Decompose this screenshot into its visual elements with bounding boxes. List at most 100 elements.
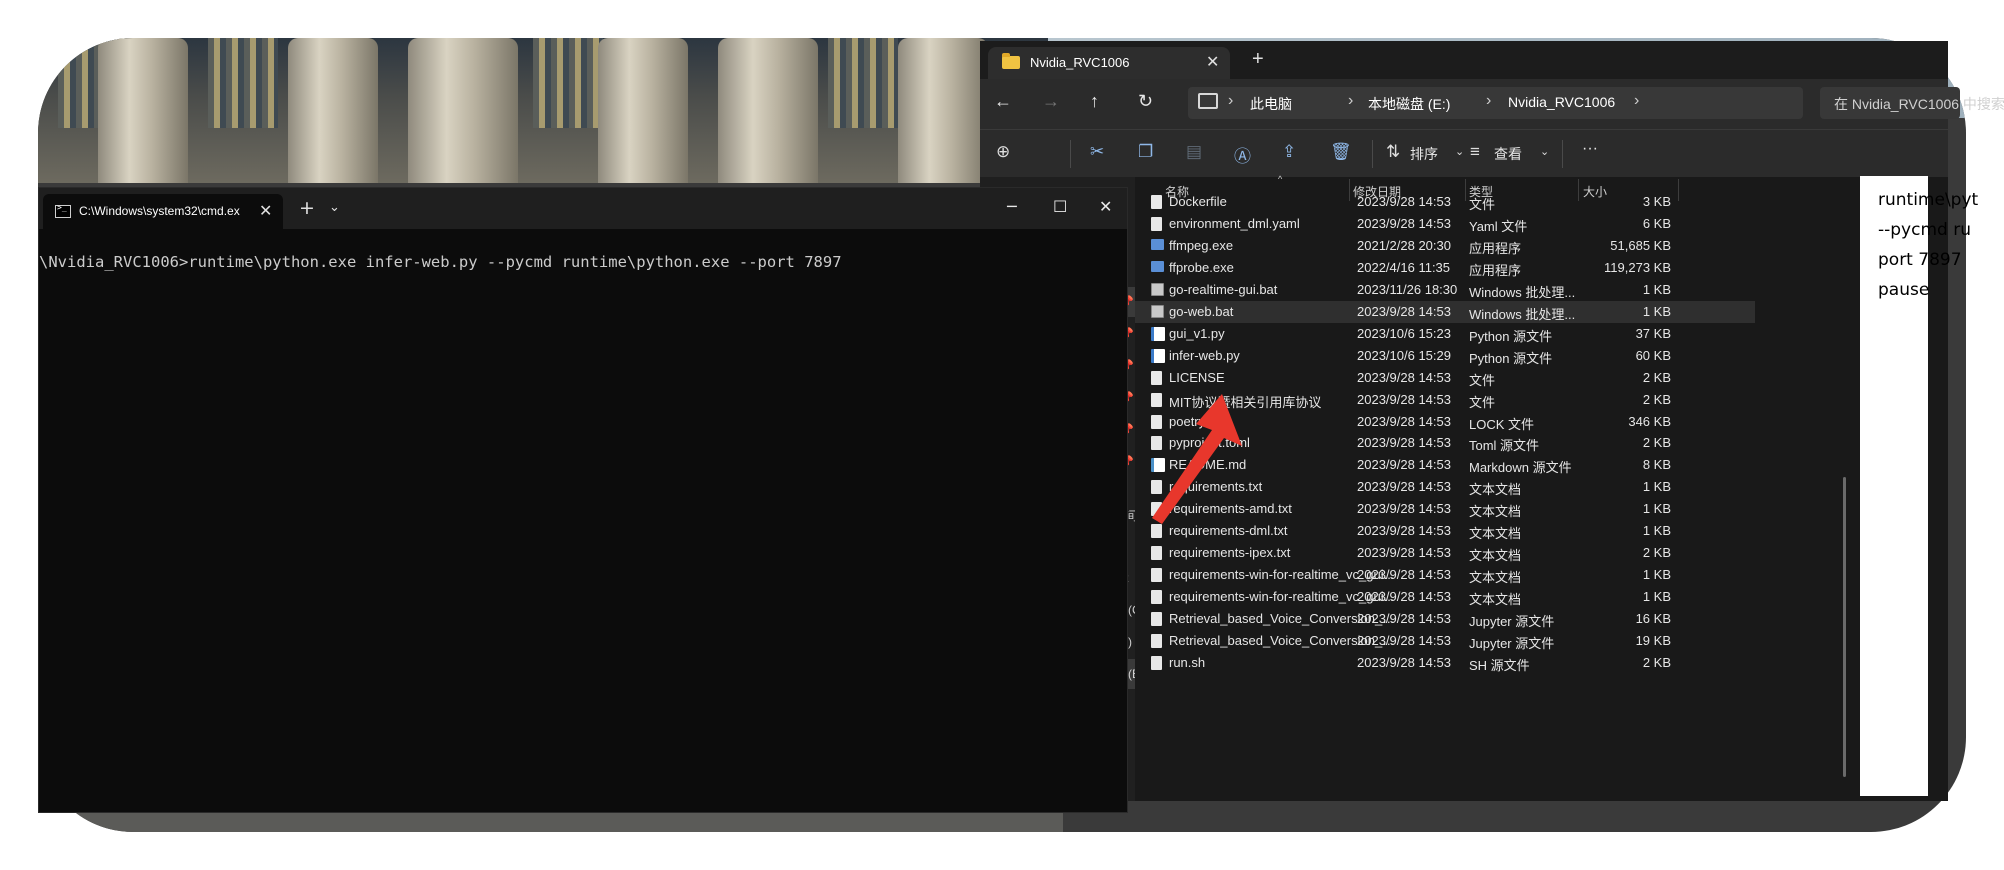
close-tab-icon[interactable]: ✕ [259, 201, 272, 220]
chevron-down-icon: ⌄ [1455, 146, 1465, 158]
delete-icon[interactable]: 🗑 [1330, 142, 1352, 162]
file-date: 2023/9/28 14:53 [1357, 654, 1451, 670]
py-file-icon [1151, 348, 1165, 363]
minimize-button[interactable]: ─ [1007, 197, 1017, 216]
sort-ascending-icon: ^ [1278, 174, 1283, 184]
file-size: 1 KB [1642, 303, 1671, 319]
file-size: 19 KB [1635, 633, 1671, 648]
breadcrumb-this-pc[interactable]: 此电脑 [1250, 94, 1292, 114]
address-bar[interactable]: › 此电脑 › 本地磁盘 (E:) › Nvidia_RVC1006 › [1188, 87, 1803, 119]
search-placeholder: 在 Nvidia_RVC1006 中搜索 [1834, 96, 2004, 112]
explorer-tab[interactable]: Nvidia_RVC1006 ✕ [988, 47, 1230, 79]
file-file-icon [1151, 546, 1162, 561]
file-date: 2023/9/28 14:53 [1357, 413, 1451, 429]
file-row[interactable]: requirements-ipex.txt 2023/9/28 14:53 文本文档… [1135, 542, 1755, 564]
file-type: 文本文档 [1469, 526, 1522, 542]
file-row[interactable]: requirements-win-for-realtime_vc_gui... 2… [1135, 564, 1755, 586]
file-type: Windows 批处理... [1469, 306, 1576, 322]
file-list: 名称 ^ 修改日期 类型 大小 Dockerfile 2023/9/28 14:5… [1135, 174, 1948, 801]
breadcrumb-current-folder[interactable]: Nvidia_RVC1006 [1508, 94, 1615, 110]
file-file-icon [1151, 370, 1162, 385]
new-tab-button[interactable]: + [299, 197, 315, 219]
file-type: 文本文档 [1469, 570, 1522, 586]
file-date: 2023/9/28 14:53 [1357, 435, 1451, 451]
close-tab-icon[interactable]: ✕ [1206, 52, 1219, 72]
chevron-down-icon[interactable]: ⌄ [329, 200, 340, 215]
terminal-icon [55, 203, 71, 218]
file-type: 文本文档 [1469, 548, 1522, 564]
sort-button[interactable]: 排序 [1410, 144, 1438, 164]
file-date: 2023/9/28 14:53 [1357, 303, 1451, 319]
sidebar-item-label[interactable]: ) [1128, 635, 1132, 649]
preview-pane: runtime\pyt --pycmd ru port 7897 pause [1860, 176, 1978, 796]
file-type: 文本文档 [1469, 482, 1522, 498]
file-date: 2023/9/28 14:53 [1357, 215, 1451, 231]
file-file-icon [1151, 216, 1162, 231]
file-row[interactable]: Retrieval_based_Voice_Conversion_W... 202… [1135, 608, 1755, 630]
refresh-button[interactable]: ↻ [1138, 91, 1153, 112]
breadcrumb-separator: › [1634, 92, 1640, 109]
file-row[interactable]: Retrieval_based_Voice_Conversion_W... 202… [1135, 630, 1755, 652]
file-size: 2 KB [1642, 435, 1671, 451]
breadcrumb-separator: › [1486, 92, 1492, 109]
file-size: 3 KB [1642, 194, 1671, 209]
file-file-icon [1151, 195, 1162, 209]
file-type: Markdown 源文件 [1469, 460, 1572, 476]
file-row[interactable]: Dockerfile 2023/9/28 14:53 文件 3 KB [1135, 191, 1755, 213]
file-type: Python 源文件 [1469, 328, 1553, 344]
file-type: 文本文档 [1469, 504, 1522, 520]
new-item-icon[interactable]: ⊕ [996, 142, 1010, 162]
file-row[interactable]: gui_v1.py 2023/10/6 15:23 Python 源文件 37 KB [1135, 323, 1755, 345]
close-window-button[interactable]: ✕ [1099, 197, 1112, 216]
file-row[interactable]: infer-web.py 2023/10/6 15:29 Python 源文件 60 … [1135, 345, 1755, 367]
file-size: 1 KB [1642, 567, 1671, 583]
explorer-nav-bar: ← → ↑ ↻ › 此电脑 › 本地磁盘 (E:) › Nvidia_RVC10… [980, 79, 2004, 129]
file-row[interactable]: requirements-win-for-realtime_vc_gui... 2… [1135, 586, 1755, 608]
file-date: 2023/9/28 14:53 [1357, 369, 1451, 385]
view-button[interactable]: 查看 [1494, 144, 1522, 164]
file-row[interactable]: ffprobe.exe 2022/4/16 11:35 应用程序 119,273 KB [1135, 257, 1755, 279]
cmd-command-line[interactable]: \Nvidia_RVC1006>runtime\python.exe infer… [39, 253, 842, 271]
file-date: 2023/9/28 14:53 [1357, 633, 1451, 648]
search-input[interactable]: 在 Nvidia_RVC1006 中搜索 [1820, 87, 2004, 119]
file-size: 1 KB [1642, 523, 1671, 539]
new-tab-button[interactable]: + [1252, 48, 1264, 71]
file-size: 1 KB [1642, 501, 1671, 517]
cmd-tab[interactable]: C:\Windows\system32\cmd.ex ✕ [43, 194, 283, 229]
file-row[interactable]: run.sh 2023/9/28 14:53 SH 源文件 2 KB [1135, 652, 1755, 674]
exe-file-icon [1151, 260, 1164, 272]
share-icon[interactable]: ⇪ [1282, 142, 1296, 162]
cmd-tab-title: C:\Windows\system32\cmd.ex [79, 204, 240, 218]
view-icon[interactable]: ≡ [1470, 142, 1480, 162]
file-date: 2023/9/28 14:53 [1357, 501, 1451, 517]
more-options-button[interactable]: ··· [1582, 140, 1598, 158]
file-type: 文本文档 [1469, 592, 1522, 608]
file-type: Jupyter 源文件 [1469, 614, 1555, 630]
cut-icon[interactable]: ✂ [1090, 142, 1104, 162]
copy-icon[interactable]: ❐ [1138, 142, 1153, 162]
up-button[interactable]: ↑ [1090, 91, 1099, 112]
rename-icon[interactable]: Ⓐ [1234, 142, 1251, 167]
back-button[interactable]: ← [994, 91, 1012, 112]
file-date: 2023/9/28 14:53 [1357, 194, 1451, 209]
vertical-scrollbar[interactable] [1843, 477, 1846, 777]
file-row[interactable]: go-realtime-gui.bat 2023/11/26 18:30 Windo… [1135, 279, 1755, 301]
cmd-title-bar: C:\Windows\system32\cmd.ex ✕ + ⌄ ─ ☐ ✕ [39, 188, 1127, 229]
file-date: 2022/4/16 11:35 [1357, 259, 1451, 275]
file-size: 37 KB [1635, 325, 1671, 341]
file-type: SH 源文件 [1469, 657, 1530, 673]
breadcrumb-local-disk-e[interactable]: 本地磁盘 (E:) [1368, 94, 1450, 114]
file-row[interactable]: ffmpeg.exe 2021/2/28 20:30 应用程序 51,685 KB [1135, 235, 1755, 257]
maximize-button[interactable]: ☐ [1053, 197, 1067, 216]
file-size: 6 KB [1642, 215, 1671, 231]
file-date: 2023/9/28 14:53 [1357, 523, 1451, 539]
file-row[interactable]: LICENSE 2023/9/28 14:53 文件 2 KB [1135, 367, 1755, 389]
paste-icon[interactable]: ▤ [1186, 142, 1202, 162]
file-size: 346 KB [1628, 413, 1671, 429]
file-size: 1 KB [1642, 281, 1671, 297]
file-size: 60 KB [1635, 347, 1671, 363]
file-row[interactable]: environment_dml.yaml 2023/9/28 14:53 Yaml … [1135, 213, 1755, 235]
file-row[interactable]: go-web.bat 2023/9/28 14:53 Windows 批处理... 1… [1135, 300, 1755, 323]
sort-icon[interactable]: ⇅ [1386, 142, 1400, 162]
forward-button[interactable]: → [1042, 91, 1060, 112]
